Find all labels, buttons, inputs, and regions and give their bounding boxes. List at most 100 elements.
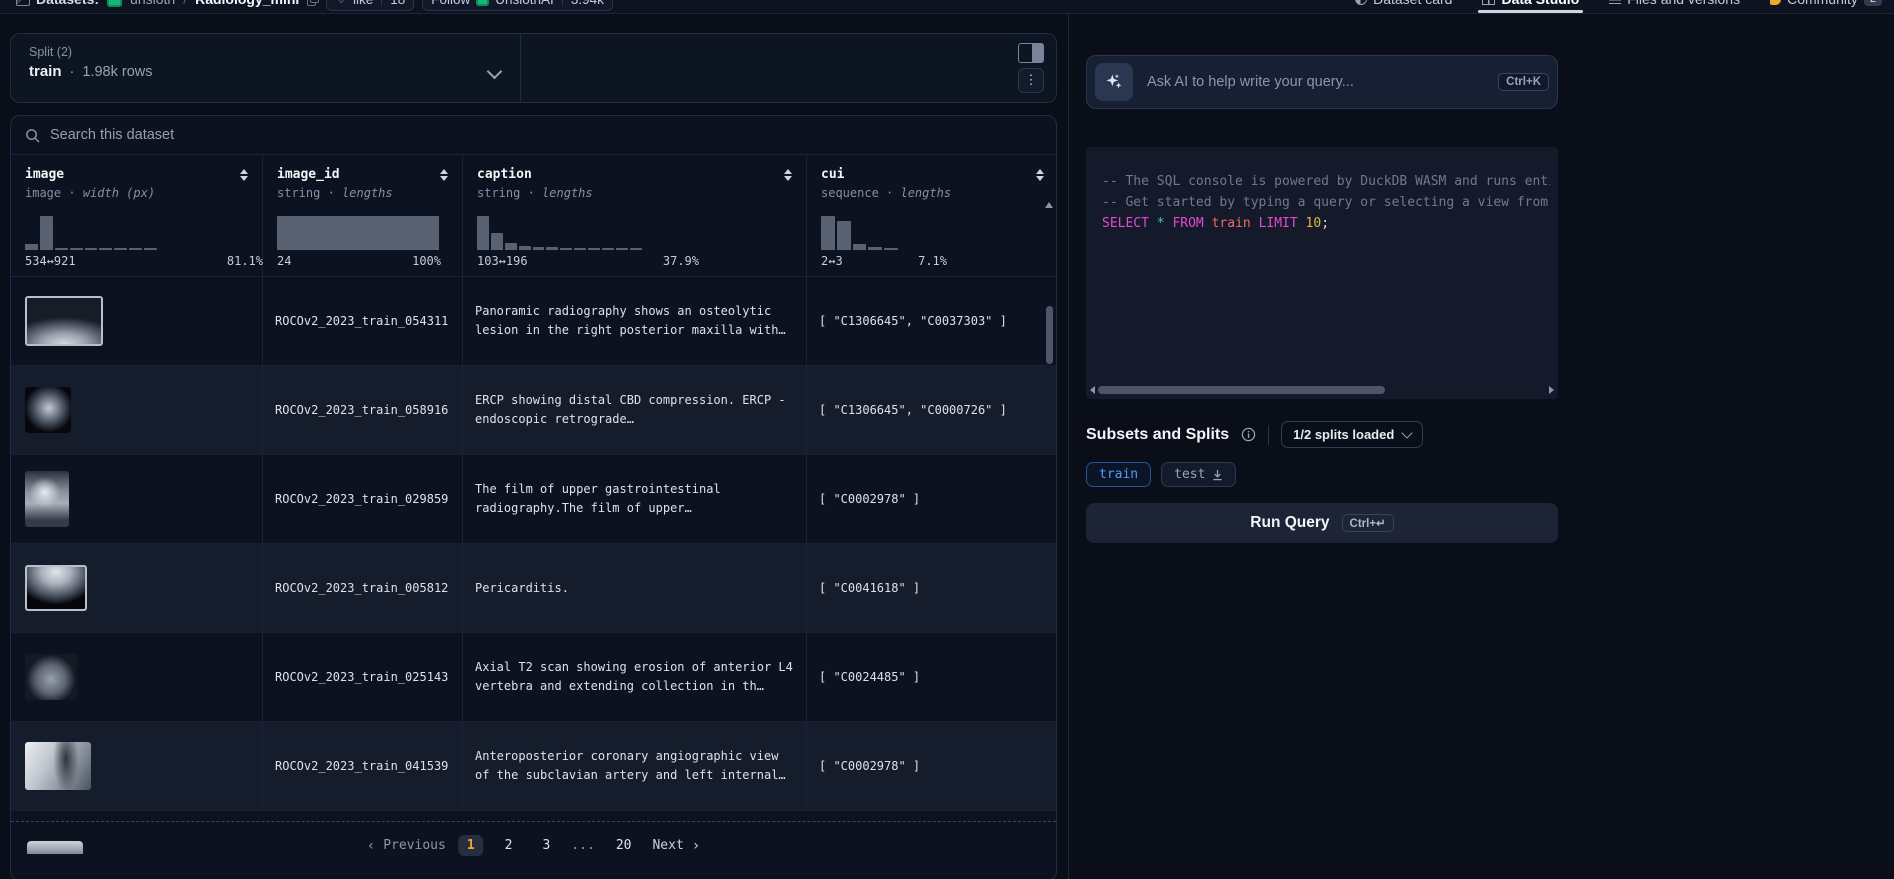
- cui-cell[interactable]: [ "C0002978" ]: [807, 455, 1057, 543]
- scroll-up-arrow-icon[interactable]: [1045, 202, 1053, 208]
- type-name: sequence: [821, 186, 879, 200]
- image-cell[interactable]: [11, 544, 263, 632]
- image-id-cell[interactable]: ROCOv2_2023_train_041539: [263, 722, 463, 810]
- follower-count[interactable]: 3.94k: [571, 0, 604, 7]
- cui-cell[interactable]: [ "C0041618" ]: [807, 544, 1057, 632]
- histogram-bar: [574, 248, 586, 250]
- repo-name-link[interactable]: Radiology_mini: [195, 0, 299, 7]
- image-cell[interactable]: [11, 633, 263, 721]
- search-icon: [25, 128, 40, 143]
- column-histogram[interactable]: [477, 214, 699, 250]
- tab-data-studio[interactable]: Data Studio: [1482, 0, 1579, 14]
- splits-loaded-dropdown[interactable]: 1/2 splits loaded: [1281, 421, 1423, 448]
- cui-cell[interactable]: [ "C0002978" ]: [807, 722, 1057, 810]
- histogram-bar: [144, 248, 157, 250]
- sql-token: LIMIT: [1259, 216, 1298, 231]
- stat-range: 24: [277, 254, 291, 268]
- scroll-left-arrow-icon[interactable]: [1090, 386, 1095, 394]
- sort-icon[interactable]: [784, 169, 792, 181]
- table-row[interactable]: ROCOv2_2023_train_041539Anteroposterior …: [11, 722, 1056, 811]
- follow-button[interactable]: Follow UnslothAI 3.94k: [422, 0, 613, 11]
- image-id-cell[interactable]: ROCOv2_2023_train_025143: [263, 633, 463, 721]
- row-thumbnail[interactable]: [25, 654, 77, 700]
- row-thumbnail[interactable]: [25, 565, 87, 611]
- caption-cell[interactable]: Pericarditis.: [463, 544, 807, 632]
- table-scrollbar[interactable]: [1044, 202, 1054, 364]
- table-row[interactable]: ROCOv2_2023_train_054311 Panoramic radiog…: [11, 277, 1056, 366]
- column-histogram[interactable]: [821, 214, 947, 250]
- page-number-2[interactable]: 2: [496, 835, 522, 856]
- row-thumbnail[interactable]: [25, 471, 69, 527]
- previous-label: Previous: [383, 838, 446, 853]
- caption-cell[interactable]: The film of upper gastrointestinal radio…: [463, 455, 807, 543]
- page-number-20[interactable]: 20: [607, 835, 641, 856]
- partial-row-thumbnail: [27, 841, 83, 854]
- run-query-button[interactable]: Run Query Ctrl+↵: [1086, 503, 1558, 543]
- datasets-brand[interactable]: Datasets:: [16, 0, 99, 7]
- table-row[interactable]: ROCOv2_2023_train_025143Axial T2 scan sh…: [11, 633, 1056, 722]
- column-histogram[interactable]: [25, 214, 263, 250]
- image-id-cell[interactable]: ROCOv2_2023_train_054311: [263, 277, 463, 365]
- scroll-right-arrow-icon[interactable]: [1549, 386, 1554, 394]
- toggle-panel-icon[interactable]: [1018, 43, 1044, 63]
- scrollbar-thumb[interactable]: [1098, 386, 1385, 394]
- split-chip-test[interactable]: test: [1161, 462, 1236, 487]
- image-id-cell[interactable]: ROCOv2_2023_train_005812: [263, 544, 463, 632]
- table-row[interactable]: ROCOv2_2023_train_005812Pericarditis.[ "…: [11, 544, 1056, 633]
- ai-sparkle-button[interactable]: [1095, 63, 1133, 101]
- histogram-bar: [85, 248, 98, 250]
- caption-cell[interactable]: ERCP showing distal CBD compression. ERC…: [463, 366, 807, 454]
- next-page-button[interactable]: Next›: [652, 838, 700, 854]
- follow-org-avatar: [476, 0, 489, 6]
- previous-page-button[interactable]: ‹Previous: [367, 838, 446, 854]
- histogram-bar: [602, 248, 614, 250]
- split-select-dropdown[interactable]: Split (2) train · 1.98k rows: [11, 34, 521, 102]
- image-cell[interactable]: [11, 277, 263, 365]
- image-cell[interactable]: [11, 366, 263, 454]
- row-thumbnail[interactable]: [25, 387, 71, 433]
- sql-code-line: -- The SQL console is powered by DuckDB …: [1102, 171, 1550, 192]
- column-histogram[interactable]: [277, 214, 441, 250]
- cui-cell[interactable]: [ "C0024485" ]: [807, 633, 1057, 721]
- like-button[interactable]: ♡ like 18: [326, 0, 414, 11]
- split-chip-train[interactable]: train: [1086, 462, 1151, 487]
- sort-icon[interactable]: [1036, 169, 1044, 181]
- org-avatar[interactable]: [107, 0, 122, 7]
- sort-icon[interactable]: [240, 169, 248, 181]
- row-thumbnail[interactable]: [25, 742, 91, 790]
- cui-cell[interactable]: [ "C1306645", "C0037303" ]: [807, 277, 1057, 365]
- tab-dataset-card[interactable]: Dataset card: [1355, 0, 1452, 14]
- cui-cell[interactable]: [ "C1306645", "C0000726" ]: [807, 366, 1057, 454]
- search-input[interactable]: Search this dataset: [11, 116, 1056, 155]
- caption-cell[interactable]: Anteroposterior coronary angiographic vi…: [463, 722, 807, 810]
- tab-community[interactable]: Community2: [1770, 0, 1882, 14]
- caption-cell[interactable]: Axial T2 scan showing erosion of anterio…: [463, 633, 807, 721]
- info-icon[interactable]: [1241, 427, 1256, 442]
- image-id-value: ROCOv2_2023_train_058916: [275, 403, 448, 417]
- ask-ai-input[interactable]: Ask AI to help write your query... Ctrl+…: [1086, 55, 1558, 109]
- sql-code[interactable]: -- The SQL console is powered by DuckDB …: [1102, 171, 1550, 234]
- table-row[interactable]: ROCOv2_2023_train_058916 ERCP showing dis…: [11, 366, 1056, 455]
- org-name-link[interactable]: unsloth: [130, 0, 175, 7]
- like-count[interactable]: 18: [390, 0, 405, 7]
- ask-ai-placeholder: Ask AI to help write your query...: [1147, 74, 1354, 90]
- histogram-bar: [588, 248, 600, 250]
- caption-value: Panoramic radiography shows an osteolyti…: [475, 302, 794, 340]
- tab-files-and-versions[interactable]: Files and versions: [1609, 0, 1740, 14]
- kebab-menu-button[interactable]: ⋮: [1018, 68, 1044, 93]
- image-id-cell[interactable]: ROCOv2_2023_train_029859: [263, 455, 463, 543]
- editor-horizontal-scrollbar[interactable]: [1090, 385, 1554, 395]
- caption-cell[interactable]: Panoramic radiography shows an osteolyti…: [463, 277, 807, 365]
- sql-editor[interactable]: -- The SQL console is powered by DuckDB …: [1086, 147, 1558, 399]
- image-cell[interactable]: [11, 722, 263, 810]
- copy-icon[interactable]: [307, 0, 318, 5]
- scrollbar-thumb[interactable]: [1046, 306, 1053, 364]
- page-number-1[interactable]: 1: [458, 835, 484, 856]
- image-cell[interactable]: [11, 455, 263, 543]
- image-id-cell[interactable]: ROCOv2_2023_train_058916: [263, 366, 463, 454]
- sort-icon[interactable]: [440, 169, 448, 181]
- row-thumbnail[interactable]: [25, 296, 103, 346]
- table-row[interactable]: ROCOv2_2023_train_029859The film of uppe…: [11, 455, 1056, 544]
- community-icon: [1770, 0, 1781, 5]
- page-number-3[interactable]: 3: [534, 835, 560, 856]
